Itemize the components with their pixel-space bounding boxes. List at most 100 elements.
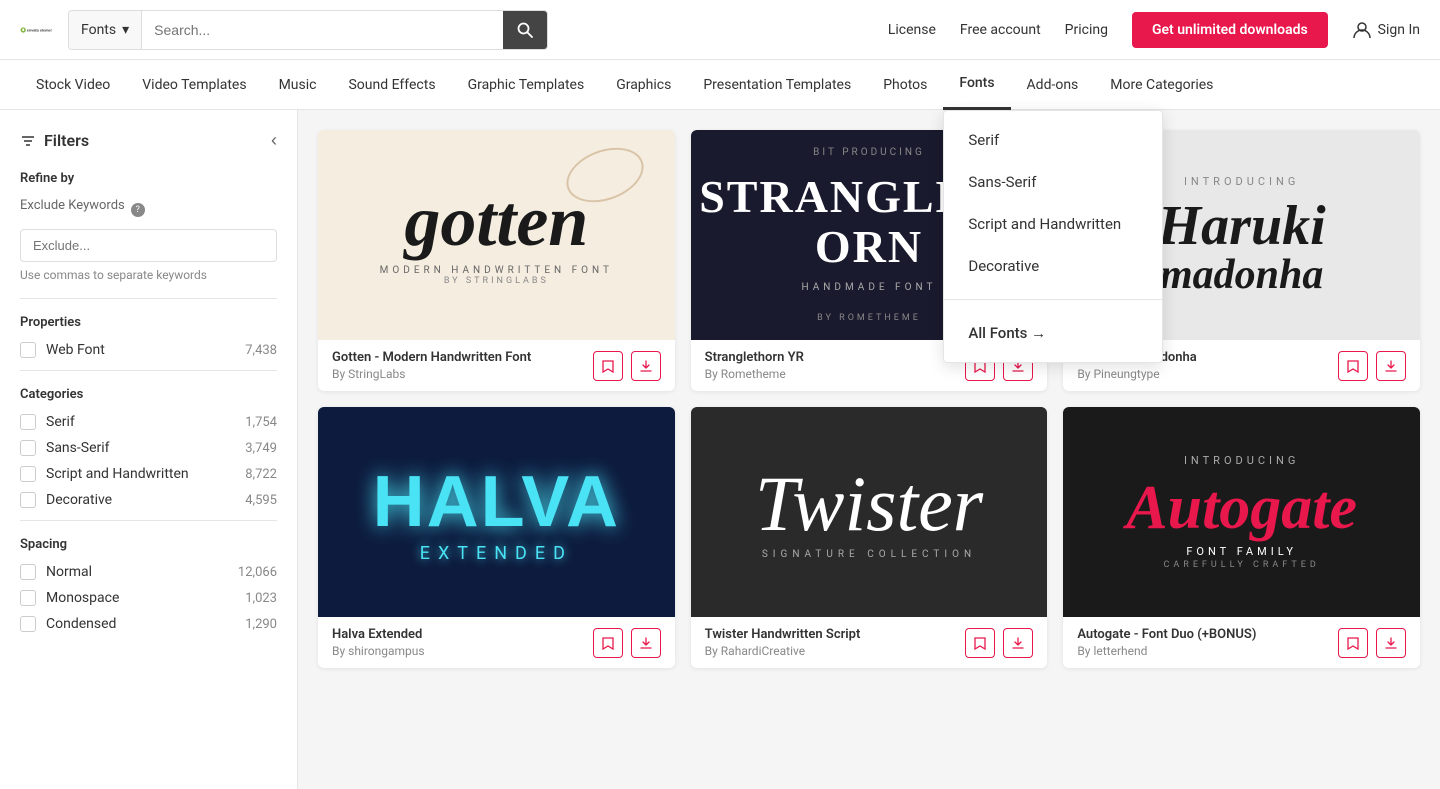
exclude-hint: Use commas to separate keywords [20, 268, 277, 282]
nav-item-sound-effects[interactable]: Sound Effects [332, 60, 451, 110]
harukia-bookmark-button[interactable] [1338, 351, 1368, 381]
card-stranglethorn-author: By Rometheme [705, 367, 966, 381]
download-icon [639, 636, 653, 650]
card-gotten-actions [593, 351, 661, 381]
web-font-checkbox[interactable] [20, 342, 36, 358]
card-halva-actions [593, 628, 661, 658]
filter-monospace: Monospace 1,023 [20, 590, 277, 606]
filter-condensed: Condensed 1,290 [20, 616, 277, 632]
logo[interactable]: envato elements [20, 14, 52, 46]
search-category-label: Fonts [81, 22, 116, 38]
card-autogate-preview[interactable]: INTRODUCING Autogate FONT FAMILY CAREFUL… [1063, 407, 1420, 617]
exclude-keywords-section: Exclude Keywords ? Use commas to separat… [20, 198, 277, 282]
harukia-download-button[interactable] [1376, 351, 1406, 381]
normal-checkbox[interactable] [20, 564, 36, 580]
font-grid: gotten MODERN HANDWRITTEN FONT BY STRING… [318, 130, 1420, 668]
web-font-count: 7,438 [245, 343, 277, 358]
nav-item-fonts[interactable]: Fonts [943, 60, 1010, 110]
card-halva-author: By shirongampus [332, 644, 593, 658]
license-link[interactable]: License [888, 22, 936, 38]
card-twister-title: Twister Handwritten Script [705, 627, 966, 642]
nav-item-video-templates[interactable]: Video Templates [126, 60, 262, 110]
dropdown-item-all-fonts[interactable]: All Fonts → [944, 312, 1162, 354]
serif-label: Serif [46, 414, 235, 430]
help-icon: ? [131, 203, 145, 217]
sans-serif-label: Sans-Serif [46, 440, 235, 456]
serif-checkbox[interactable] [20, 414, 36, 430]
nav-item-stock-video[interactable]: Stock Video [20, 60, 126, 110]
card-harukia-actions [1338, 351, 1406, 381]
script-handwritten-checkbox[interactable] [20, 466, 36, 482]
pricing-link[interactable]: Pricing [1065, 22, 1108, 38]
twister-bookmark-button[interactable] [965, 628, 995, 658]
free-account-link[interactable]: Free account [960, 22, 1041, 38]
nav-item-graphic-templates[interactable]: Graphic Templates [452, 60, 601, 110]
nav-item-music[interactable]: Music [263, 60, 333, 110]
card-gotten-footer: Gotten - Modern Handwritten Font By Stri… [318, 340, 675, 391]
condensed-count: 1,290 [245, 617, 277, 632]
envato-logo-icon: envato elements [20, 14, 52, 46]
serif-count: 1,754 [245, 415, 277, 430]
card-twister-actions [965, 628, 1033, 658]
gotten-download-button[interactable] [631, 351, 661, 381]
sidebar-title: Filters [20, 131, 89, 150]
search-button[interactable] [503, 11, 547, 49]
sign-in-button[interactable]: Sign In [1352, 20, 1420, 40]
categories-label: Categories [20, 387, 277, 402]
gotten-bookmark-button[interactable] [593, 351, 623, 381]
header: envato elements Fonts ▾ License Free acc… [0, 0, 1440, 60]
filter-web-font: Web Font 7,438 [20, 342, 277, 358]
condensed-checkbox[interactable] [20, 616, 36, 632]
card-autogate-author: By letterhend [1077, 644, 1338, 658]
card-autogate-actions [1338, 628, 1406, 658]
halva-bookmark-button[interactable] [593, 628, 623, 658]
spacing-label: Spacing [20, 537, 277, 552]
halva-download-button[interactable] [631, 628, 661, 658]
download-icon [1384, 636, 1398, 650]
nav-fonts-wrapper: Fonts Serif Sans-Serif Script and Handwr… [943, 60, 1010, 110]
bookmark-icon [1346, 359, 1360, 373]
download-icon [1384, 359, 1398, 373]
monospace-label: Monospace [46, 590, 235, 606]
card-gotten-preview[interactable]: gotten MODERN HANDWRITTEN FONT BY STRING… [318, 130, 675, 340]
dropdown-item-serif[interactable]: Serif [944, 119, 1162, 161]
nav-item-more-categories[interactable]: More Categories [1094, 60, 1229, 110]
search-input[interactable] [142, 11, 503, 49]
nav-item-photos[interactable]: Photos [867, 60, 943, 110]
download-icon [1011, 636, 1025, 650]
search-category-dropdown[interactable]: Fonts ▾ [69, 11, 142, 49]
condensed-label: Condensed [46, 616, 235, 632]
chevron-down-icon: ▾ [122, 22, 129, 38]
refine-by-label: Refine by [20, 171, 277, 186]
halva-sub-text: EXTENDED [420, 543, 573, 564]
get-unlimited-downloads-button[interactable]: Get unlimited downloads [1132, 12, 1328, 48]
exclude-keywords-input[interactable] [20, 229, 277, 262]
autogate-download-button[interactable] [1376, 628, 1406, 658]
card-autogate: INTRODUCING Autogate FONT FAMILY CAREFUL… [1063, 407, 1420, 668]
card-halva-preview[interactable]: HALVA EXTENDED [318, 407, 675, 617]
autogate-bookmark-button[interactable] [1338, 628, 1368, 658]
collapse-sidebar-button[interactable]: ‹ [271, 130, 277, 151]
script-handwritten-label: Script and Handwritten [46, 466, 235, 482]
header-nav: License Free account Pricing Get unlimit… [888, 12, 1420, 48]
bookmark-icon [601, 359, 615, 373]
card-autogate-info: Autogate - Font Duo (+BONUS) By letterhe… [1077, 627, 1338, 658]
nav-item-add-ons[interactable]: Add-ons [1011, 60, 1095, 110]
bookmark-icon [973, 636, 987, 650]
card-twister-preview[interactable]: Twister SIGNATURE COLLECTION [691, 407, 1048, 617]
monospace-checkbox[interactable] [20, 590, 36, 606]
nav-item-graphics[interactable]: Graphics [600, 60, 687, 110]
twister-download-button[interactable] [1003, 628, 1033, 658]
bookmark-icon [1346, 636, 1360, 650]
card-harukia-author: By Pineungtype [1077, 367, 1338, 381]
dropdown-item-script-handwritten[interactable]: Script and Handwritten [944, 203, 1162, 245]
sans-serif-checkbox[interactable] [20, 440, 36, 456]
card-stranglethorn-info: Stranglethorn YR By Rometheme [705, 350, 966, 381]
decorative-checkbox[interactable] [20, 492, 36, 508]
nav-item-presentation-templates[interactable]: Presentation Templates [687, 60, 867, 110]
card-halva: HALVA EXTENDED Halva Extended By shirong… [318, 407, 675, 668]
dropdown-item-decorative[interactable]: Decorative [944, 245, 1162, 287]
filters-icon [20, 133, 36, 149]
dropdown-item-sans-serif[interactable]: Sans-Serif [944, 161, 1162, 203]
content-grid-area: gotten MODERN HANDWRITTEN FONT BY STRING… [298, 110, 1440, 789]
